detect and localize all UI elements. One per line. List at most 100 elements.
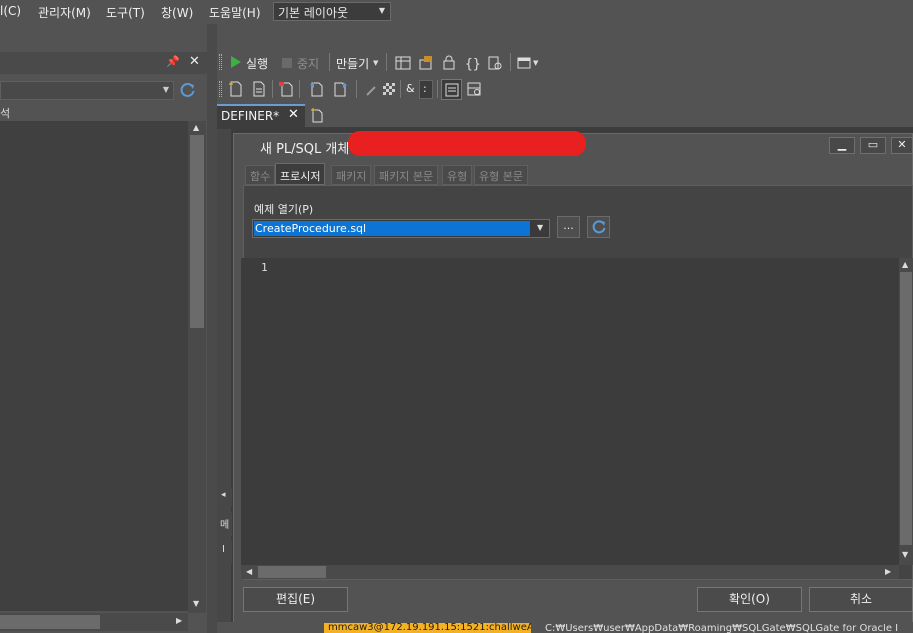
tab-package-body[interactable]: 패키지 본문 bbox=[374, 165, 439, 185]
make-button[interactable]: 만들기 bbox=[336, 55, 369, 72]
scroll-down-icon[interactable]: ▼ bbox=[193, 599, 199, 608]
tab-function[interactable]: 함수 bbox=[245, 165, 276, 185]
new-object-icon[interactable] bbox=[278, 81, 294, 97]
scroll-left-icon[interactable]: ◀ bbox=[246, 567, 252, 576]
minimize-button[interactable]: ▁ bbox=[829, 137, 855, 154]
browse-label: ... bbox=[563, 219, 574, 232]
colon-label: : bbox=[423, 82, 427, 95]
run-button[interactable]: 실행 bbox=[246, 55, 268, 72]
open-file-icon[interactable] bbox=[309, 81, 325, 97]
toolbar-grip[interactable] bbox=[219, 81, 222, 97]
refresh-icon bbox=[592, 220, 606, 234]
tab-package-body-label: 패키지 본문 bbox=[379, 170, 434, 183]
script-view-button[interactable] bbox=[441, 79, 462, 100]
scroll-thumb[interactable] bbox=[258, 566, 326, 578]
tab-procedure[interactable]: 프로시저 bbox=[275, 163, 326, 185]
side-tab-message-label: 메 bbox=[220, 520, 230, 531]
code-horizontal-scrollbar[interactable]: ◀ ▶ bbox=[241, 565, 899, 579]
toolbar-separator bbox=[437, 80, 438, 98]
edit-button[interactable]: 편집(E) bbox=[243, 587, 348, 612]
scroll-thumb[interactable] bbox=[190, 135, 204, 328]
new-file-icon[interactable] bbox=[228, 81, 244, 97]
sql-lock-icon[interactable] bbox=[441, 55, 457, 71]
scroll-up-icon[interactable]: ▲ bbox=[902, 260, 908, 269]
colon-button[interactable]: : bbox=[419, 80, 433, 99]
scroll-thumb[interactable] bbox=[900, 272, 912, 545]
left-panel-combo[interactable]: ▼ bbox=[0, 81, 174, 100]
browse-button[interactable]: ... bbox=[557, 216, 580, 238]
toolbar-separator bbox=[400, 80, 401, 98]
left-panel-header: 📌 ✕ bbox=[0, 52, 207, 74]
tab-procedure-label: 프로시저 bbox=[280, 170, 321, 183]
ampersand-button[interactable]: & bbox=[406, 82, 415, 95]
scroll-down-icon[interactable]: ▼ bbox=[902, 550, 908, 559]
scroll-up-icon[interactable]: ▲ bbox=[193, 123, 199, 132]
tab-function-label: 함수 bbox=[250, 170, 271, 183]
window-layout-icon[interactable] bbox=[517, 55, 533, 71]
stop-button[interactable]: 중지 bbox=[297, 55, 319, 72]
pin-icon[interactable]: 📌 bbox=[166, 55, 180, 68]
toolbar-separator bbox=[386, 53, 387, 71]
tab-type-body-label: 유형 본문 bbox=[479, 170, 523, 183]
tab-package[interactable]: 패키지 bbox=[331, 165, 372, 185]
tab-type[interactable]: 유형 bbox=[442, 165, 473, 185]
scroll-thumb[interactable] bbox=[0, 615, 100, 629]
toolbar-grip[interactable] bbox=[219, 54, 222, 70]
toolbar-separator bbox=[510, 53, 511, 71]
code-editor[interactable] bbox=[241, 258, 899, 565]
example-select-value: CreateProcedure.sql bbox=[254, 221, 530, 236]
left-panel-label: 석 bbox=[0, 107, 11, 120]
example-open-label: 예제 열기(P) bbox=[254, 203, 314, 216]
refresh-icon[interactable] bbox=[180, 82, 196, 98]
redaction-mark bbox=[348, 131, 586, 156]
ok-button-label: 확인(O) bbox=[729, 592, 770, 606]
menu-item-help[interactable]: 도움말(H) bbox=[209, 4, 261, 21]
format-icon[interactable] bbox=[365, 81, 381, 97]
checker-icon[interactable] bbox=[381, 81, 397, 97]
close-tab-icon[interactable]: ✕ bbox=[288, 107, 299, 122]
side-tab-toggle[interactable]: ◂ bbox=[218, 488, 232, 506]
file-path-status: C:₩Users₩user₩AppData₩Roaming₩SQLGate₩SQ… bbox=[545, 624, 899, 633]
connection-status[interactable]: mmcaw3@172.19.191.15:1521:challweA bbox=[324, 623, 531, 633]
menu-item-window[interactable]: 창(W) bbox=[161, 4, 193, 21]
table-export-icon[interactable] bbox=[418, 55, 434, 71]
chevron-down-icon: ▼ bbox=[373, 59, 379, 67]
new-document-icon[interactable] bbox=[251, 81, 267, 97]
dialog-close-button[interactable]: ✕ bbox=[891, 137, 913, 154]
menu-item-tools[interactable]: 도구(T) bbox=[106, 4, 145, 21]
menu-item-admin[interactable]: 관리자(M) bbox=[38, 4, 91, 21]
close-icon[interactable]: ✕ bbox=[189, 54, 200, 69]
side-tab-other[interactable]: I bbox=[218, 540, 232, 564]
scroll-right-icon[interactable]: ▶ bbox=[885, 567, 891, 576]
object-list[interactable] bbox=[0, 121, 188, 611]
line-number: 1 bbox=[261, 261, 268, 274]
scroll-right-icon[interactable]: ▶ bbox=[176, 616, 182, 625]
script-view-icon bbox=[445, 83, 459, 97]
ok-button[interactable]: 확인(O) bbox=[697, 587, 802, 612]
panel-splitter[interactable] bbox=[207, 24, 217, 633]
cancel-button[interactable]: 취소 bbox=[809, 587, 913, 612]
tab-type-label: 유형 bbox=[447, 170, 468, 183]
new-tab-icon[interactable] bbox=[310, 108, 324, 123]
chevron-down-icon: ▼ bbox=[162, 85, 169, 94]
minimize-icon: ▁ bbox=[837, 138, 847, 151]
tab-type-body[interactable]: 유형 본문 bbox=[474, 165, 528, 185]
layout-select-value: 기본 레이아웃 bbox=[278, 6, 349, 20]
toolbar-separator bbox=[299, 80, 300, 98]
side-tab-message[interactable]: 메 bbox=[218, 512, 232, 536]
layout-select[interactable]: 기본 레이아웃 ▼ bbox=[273, 2, 391, 21]
object-settings-icon[interactable] bbox=[487, 55, 503, 71]
stop-icon bbox=[282, 58, 292, 68]
result-grid-icon[interactable] bbox=[466, 81, 482, 97]
braces-icon[interactable]: {} bbox=[464, 55, 480, 71]
menu-bar: l(C) 관리자(M) 도구(T) 창(W) 도움말(H) 기본 레이아웃 ▼ bbox=[0, 0, 913, 24]
maximize-button[interactable]: ▭ bbox=[860, 137, 886, 154]
toolbar-separator bbox=[356, 80, 357, 98]
run-icon[interactable] bbox=[230, 55, 242, 69]
refresh-button[interactable] bbox=[587, 216, 610, 238]
save-file-icon[interactable] bbox=[332, 81, 348, 97]
grid-icon[interactable] bbox=[395, 55, 411, 71]
menu-item-c[interactable]: l(C) bbox=[0, 4, 21, 18]
toolbar-separator bbox=[272, 80, 273, 98]
close-icon: ✕ bbox=[897, 138, 907, 151]
